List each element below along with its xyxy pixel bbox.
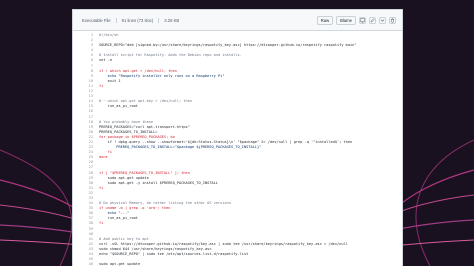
file-size: 3.29 KB xyxy=(164,17,180,23)
pencil-icon[interactable] xyxy=(369,16,376,24)
desktop-icon[interactable] xyxy=(359,16,366,24)
code-text: echo "$SOURCE_REPO" | sudo tee /etc/apt/… xyxy=(99,252,249,257)
line-number[interactable]: 46 xyxy=(73,262,99,266)
divider xyxy=(115,17,117,23)
blame-button[interactable]: Blame xyxy=(336,15,356,25)
file-actions: Raw Blame xyxy=(316,15,402,25)
code-text: run_as_pi_root xyxy=(99,216,138,221)
file-header: Executable File 91 lines (73 sloc) 3.29 … xyxy=(73,10,402,31)
code-line: 3 SOURCE_REPO="deb [signed-by=/usr/share/… xyxy=(73,43,402,48)
raw-button[interactable]: Raw xyxy=(316,15,334,25)
divider xyxy=(158,17,160,23)
code-text: SOURCE_REPO="deb [signed-by=/usr/share/k… xyxy=(99,43,357,48)
code-text: fi xyxy=(99,221,104,226)
chevron-down-icon[interactable] xyxy=(379,16,386,24)
code-listing: 1 #!/bin/sh 2 3 SOURCE_REPO="deb [signed-by=… xyxy=(73,33,402,266)
code-text: fi xyxy=(99,185,104,190)
file-lines: 91 lines (73 sloc) xyxy=(121,17,154,23)
trash-icon[interactable] xyxy=(389,16,396,24)
code-viewer-window: Executable File 91 lines (73 sloc) 3.29 … xyxy=(73,10,402,266)
code-text: PREREQ_PACKAGES_TO_INSTALL="$package ${P… xyxy=(99,145,262,150)
code-text: fi xyxy=(99,83,104,88)
file-meta: Executable File 91 lines (73 sloc) 3.29 … xyxy=(73,17,180,23)
code-text: sudo apt-get update xyxy=(99,262,141,266)
code-text: # Install script for Raspotify. Adds the… xyxy=(99,53,242,58)
code-text: set -e xyxy=(99,58,112,63)
code-text: done xyxy=(99,155,108,160)
code-text: sudo apt-get -y install $PREREQ_PACKAGES… xyxy=(99,180,218,185)
code-text: run_as_pi_root xyxy=(99,104,138,109)
code-text: #!/bin/sh xyxy=(99,33,119,37)
code-line: 46 sudo apt-get update xyxy=(73,262,402,266)
file-mode: Executable File xyxy=(82,17,111,23)
